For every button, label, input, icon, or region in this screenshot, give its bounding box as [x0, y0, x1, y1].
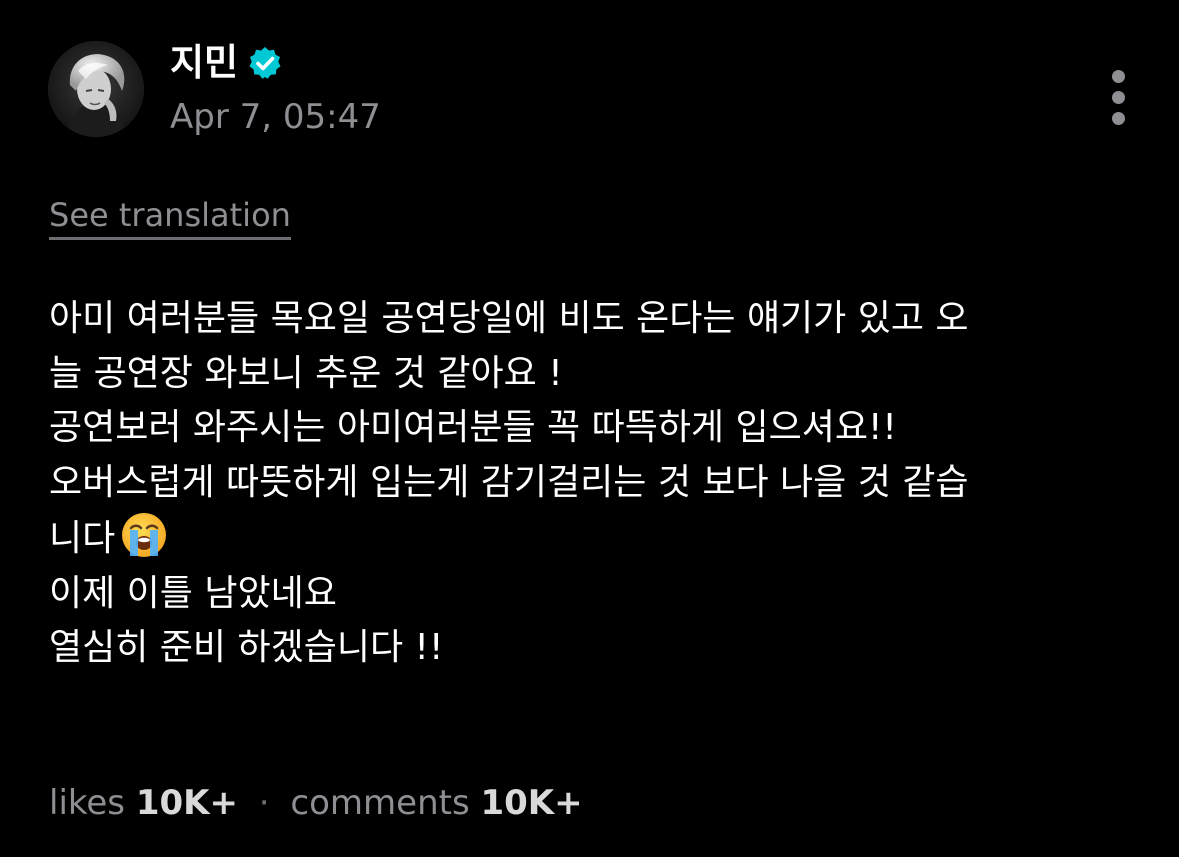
comments-count[interactable]: 10K+	[480, 783, 582, 823]
stats-separator: ·	[258, 783, 270, 823]
post-body-line: 니다	[49, 518, 116, 559]
post-body: 아미 여러분들 목요일 공연당일에 비도 온다는 얘기가 있고 오 늘 공연장 …	[49, 292, 1139, 676]
post-body-line: 오버스럽게 따뜻하게 입는게 감기걸리는 것 보다 나을 것 같습	[49, 461, 969, 503]
post-body-line: 늘 공연장 와보니 추운 것 같아요 !	[49, 352, 563, 394]
more-options-button[interactable]	[1100, 62, 1138, 132]
author-name[interactable]: 지민	[170, 40, 238, 86]
loudly-crying-face-emoji	[122, 513, 167, 557]
post-stats: likes 10K+ · comments 10K+	[49, 781, 583, 825]
avatar-photo	[48, 41, 144, 137]
likes-count[interactable]: 10K+	[136, 783, 238, 823]
post-timestamp: Apr 7, 05:47	[170, 97, 381, 137]
likes-label[interactable]: likes	[49, 783, 125, 823]
post-body-line: 아미 여러분들 목요일 공연당일에 비도 온다는 얘기가 있고 오	[49, 298, 969, 339]
avatar[interactable]	[48, 41, 144, 137]
comments-label[interactable]: comments	[290, 783, 469, 823]
post-card: 지민 Apr 7, 05:47 See translation 아미 여러분들 …	[0, 0, 1179, 857]
post-body-line: 열심히 준비 하겠습니다 !!	[49, 627, 444, 668]
post-body-line: 공연보러 와주시는 아미여러분들 꼭 따뜩하게 입으셔요!!	[49, 407, 897, 448]
post-body-line: 이제 이틀 남았네요	[49, 572, 337, 614]
verified-badge-icon	[249, 47, 281, 79]
see-translation-link[interactable]: See translation	[49, 193, 291, 240]
post-body-line-with-emoji: 니다	[49, 510, 1139, 567]
